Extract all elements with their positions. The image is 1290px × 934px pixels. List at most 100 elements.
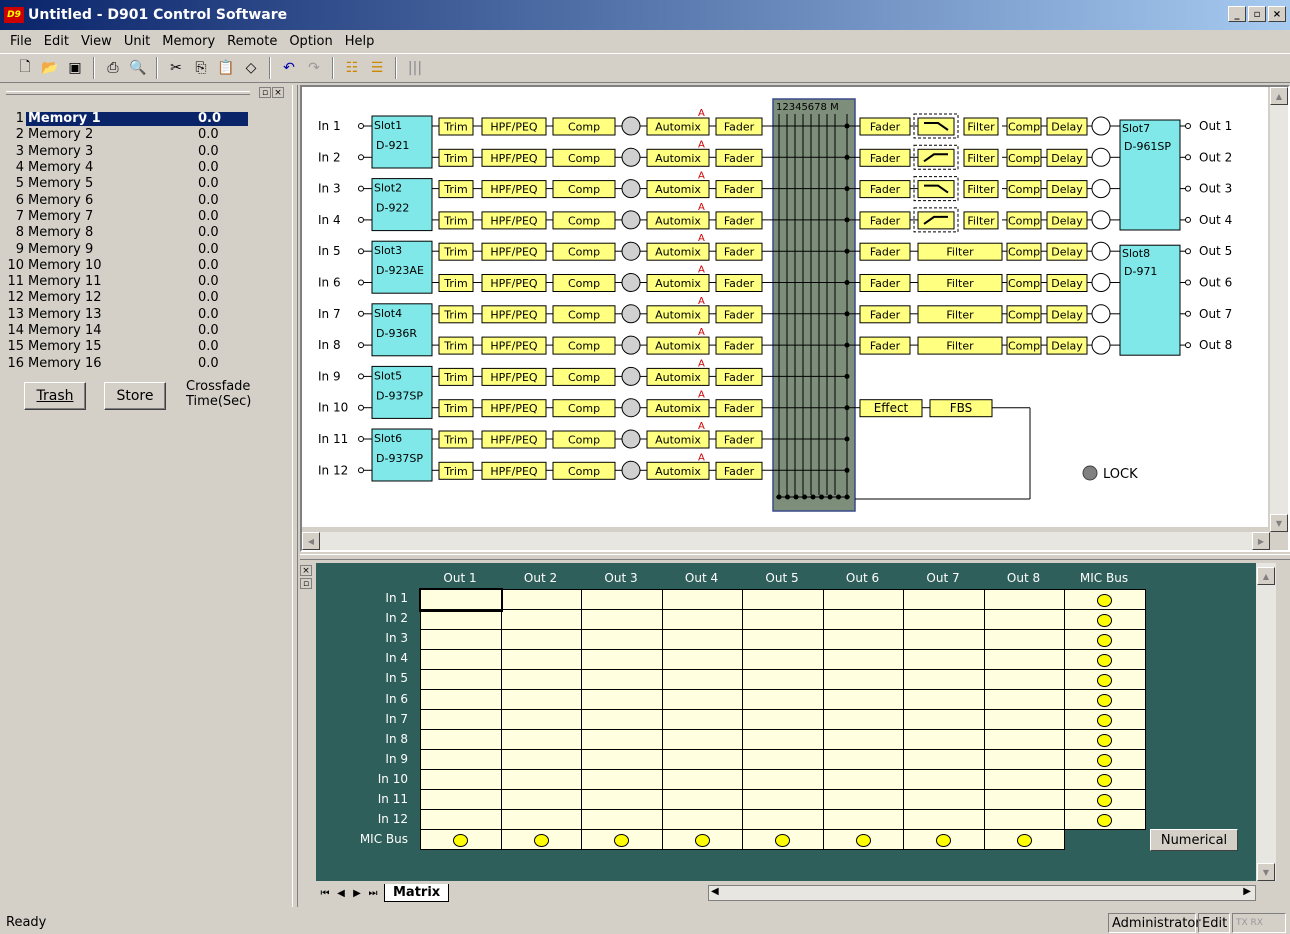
memory-item[interactable]: 4 Memory 4 0.0 <box>6 160 250 176</box>
mic-bus-led-icon[interactable] <box>1097 613 1113 627</box>
matrix-cell[interactable] <box>500 669 582 690</box>
pane-grip[interactable] <box>6 91 250 95</box>
diagram-hscroll[interactable]: ◀ ▶ <box>302 532 1270 550</box>
memory-item[interactable]: 3 Memory 3 0.0 <box>6 144 250 160</box>
matrix-cell[interactable] <box>903 809 985 830</box>
matrix-cell[interactable] <box>581 809 663 830</box>
memory-item[interactable]: 15 Memory 15 0.0 <box>6 339 250 355</box>
mic-bus-led-icon[interactable] <box>1097 753 1113 767</box>
out-meter-icon[interactable] <box>1091 147 1111 167</box>
matrix-cell[interactable] <box>500 809 582 830</box>
out-meter-icon[interactable] <box>1091 116 1111 136</box>
matrix-cell[interactable] <box>742 829 824 850</box>
mic-bus-led-icon[interactable] <box>694 833 710 847</box>
meter-icon[interactable] <box>621 210 641 230</box>
memory-item[interactable]: 5 Memory 5 0.0 <box>6 176 250 192</box>
matrix-cell[interactable] <box>903 629 985 650</box>
matrix-cell[interactable] <box>661 749 743 770</box>
matrix-cell[interactable] <box>822 649 904 670</box>
matrix-cell[interactable] <box>418 587 503 612</box>
matrix-cell[interactable] <box>420 609 502 630</box>
mic-bus-led-icon[interactable] <box>1097 793 1113 807</box>
mic-bus-led-icon[interactable] <box>1097 653 1113 667</box>
matrix-cell[interactable] <box>983 589 1065 610</box>
matrix-cell[interactable] <box>500 709 582 730</box>
mic-bus-cell[interactable] <box>1064 709 1146 730</box>
matrix-cell[interactable] <box>500 689 582 710</box>
matrix-cell[interactable] <box>420 789 502 810</box>
last-tab-icon[interactable]: ⏭ <box>366 886 380 900</box>
vertical-splitter[interactable] <box>292 85 298 907</box>
output-slot-8[interactable] <box>1119 244 1181 356</box>
mic-bus-led-icon[interactable] <box>1097 693 1113 707</box>
matrix-cell[interactable] <box>420 729 502 750</box>
matrix-cell[interactable] <box>661 649 743 670</box>
mic-bus-cell[interactable] <box>1064 809 1146 830</box>
meter-icon[interactable] <box>621 304 641 324</box>
memory-item[interactable]: 16 Memory 16 0.0 <box>6 355 250 371</box>
next-tab-icon[interactable]: ▶ <box>350 886 364 900</box>
trash-button[interactable]: Trash <box>24 382 86 410</box>
meter-icon[interactable] <box>621 460 641 480</box>
matrix-cell[interactable] <box>661 789 743 810</box>
eraser-icon[interactable]: ◇ <box>240 57 262 79</box>
matrix-cell[interactable] <box>983 629 1065 650</box>
matrix-cell[interactable] <box>903 669 985 690</box>
scroll-up-icon[interactable]: ▲ <box>1270 87 1288 105</box>
out-meter-icon[interactable] <box>1091 179 1111 199</box>
store-button[interactable]: Store <box>104 382 166 410</box>
matrix-cell[interactable] <box>581 649 663 670</box>
matrix-cell[interactable] <box>983 709 1065 730</box>
mic-bus-led-icon[interactable] <box>775 833 791 847</box>
layout-b-icon[interactable]: ☰ <box>366 57 388 79</box>
mic-bus-cell[interactable] <box>1064 789 1146 810</box>
mic-bus-led-icon[interactable] <box>614 833 630 847</box>
matrix-cell[interactable] <box>903 709 985 730</box>
menu-edit[interactable]: Edit <box>38 34 75 49</box>
matrix-cell[interactable] <box>742 689 824 710</box>
meter-icon[interactable] <box>621 179 641 199</box>
meter-icon[interactable] <box>621 273 641 292</box>
copy-icon[interactable]: ⎘ <box>190 57 212 79</box>
menu-option[interactable]: Option <box>283 34 338 49</box>
mic-bus-cell[interactable] <box>1064 649 1146 670</box>
matrix-cell[interactable] <box>822 689 904 710</box>
redo-icon[interactable]: ↷ <box>303 57 325 79</box>
matrix-cell[interactable] <box>661 809 743 830</box>
output-slot-7[interactable] <box>1119 119 1181 231</box>
matrix-cell[interactable] <box>661 669 743 690</box>
matrix-cell[interactable] <box>500 609 582 630</box>
menu-memory[interactable]: Memory <box>156 34 221 49</box>
mic-bus-led-icon[interactable] <box>533 833 549 847</box>
mic-bus-cell[interactable] <box>1064 589 1146 610</box>
pane-restore-button[interactable]: ▫ <box>259 87 271 98</box>
matrix-cell[interactable] <box>742 669 824 690</box>
matrix-cell[interactable] <box>661 609 743 630</box>
pane-close-button[interactable]: × <box>272 87 284 98</box>
menu-unit[interactable]: Unit <box>118 34 156 49</box>
matrix-cell[interactable] <box>742 609 824 630</box>
matrix-cell[interactable] <box>420 769 502 790</box>
meter-icon[interactable] <box>621 335 641 355</box>
matrix-cell[interactable] <box>581 689 663 710</box>
matrix-cell[interactable] <box>500 829 582 850</box>
menu-remote[interactable]: Remote <box>221 34 283 49</box>
horizontal-splitter[interactable] <box>300 554 1290 560</box>
mic-bus-led-icon[interactable] <box>1097 593 1113 607</box>
scroll-down-icon[interactable]: ▼ <box>1270 514 1288 532</box>
matrix-vscroll[interactable]: ▲ ▼ <box>1256 563 1276 881</box>
matrix-cell[interactable] <box>661 829 743 850</box>
matrix-cell[interactable] <box>661 589 743 610</box>
matrix-cell[interactable] <box>903 829 985 850</box>
first-tab-icon[interactable]: ⏮ <box>318 886 332 900</box>
memory-item[interactable]: 14 Memory 14 0.0 <box>6 323 250 339</box>
mic-bus-led-icon[interactable] <box>936 833 952 847</box>
mic-bus-led-icon[interactable] <box>1097 713 1113 727</box>
mic-bus-cell[interactable] <box>1064 689 1146 710</box>
meter-icon[interactable] <box>621 116 641 136</box>
matrix-cell[interactable] <box>983 749 1065 770</box>
diagram-vscroll[interactable]: ▲ ▼ <box>1270 87 1288 532</box>
mic-bus-cell[interactable] <box>1064 669 1146 690</box>
meter-icon[interactable] <box>621 398 641 418</box>
scroll-right-icon[interactable]: ▶ <box>1252 532 1270 550</box>
